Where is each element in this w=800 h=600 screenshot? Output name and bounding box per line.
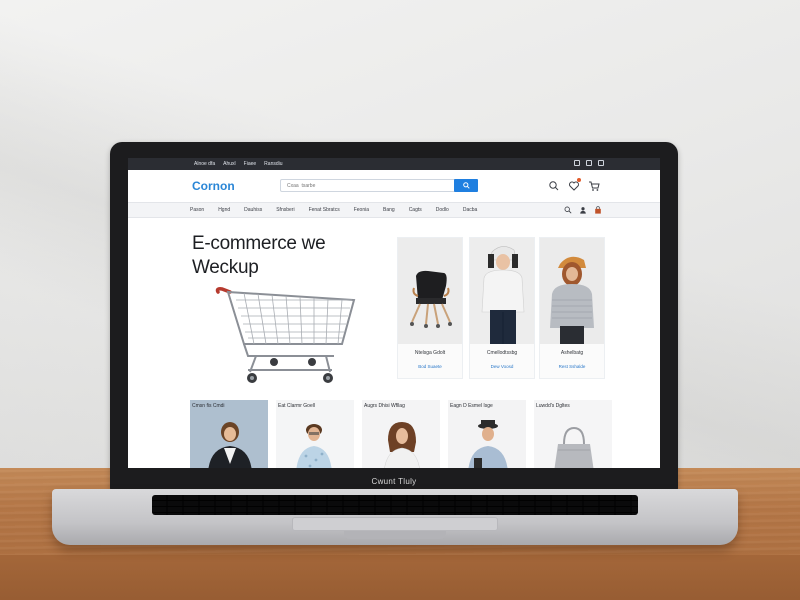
search-button[interactable] [454,179,478,192]
nav-item[interactable]: Fenat Sbratcs [309,207,340,213]
product-card[interactable]: Ashelbatg Rest Sshalde [539,237,605,379]
camera-notch [362,142,426,156]
laptop-lid: Alnoe dfa Ahuxl Fiaee Ransdiu Cornon Cxa… [110,142,678,490]
topbar-link[interactable]: Fiaee [244,161,257,167]
product-image-sweater[interactable] [470,238,534,344]
shopping-cart-illustration [215,287,356,383]
category-tile[interactable]: Luwdd's Dgltes [534,400,612,468]
search-icon[interactable] [564,206,572,214]
nav-item[interactable]: Bang [383,207,395,213]
topbar-link[interactable]: Alnoe dfa [194,161,215,167]
category-label: Eagn D Esmel Isge [450,403,493,409]
laptop-screen: Alnoe dfa Ahuxl Fiaee Ransdiu Cornon Cxa… [128,158,660,468]
category-label: Luwdd's Dgltes [536,403,570,409]
category-tile[interactable]: Cmsn fis Cmdi [190,400,268,468]
category-tile[interactable]: Augrs Dhisi Wfllag [362,400,440,468]
topbar-link[interactable]: Ahuxl [223,161,236,167]
category-tile[interactable]: Eat Clarmr Goell [276,400,354,468]
product-price: Rest Sshalde [558,364,586,369]
product-card[interactable]: Cmellodtssbg Dew Voosd [469,237,535,379]
category-image [534,412,612,468]
category-label: Augrs Dhisi Wfllag [364,403,405,409]
nav-item[interactable]: Dacba [463,207,477,213]
product-name[interactable]: Ashelbatg [540,350,604,356]
site-topbar: Alnoe dfa Ahuxl Fiaee Ransdiu [128,158,660,170]
nav-item[interactable]: Pason [190,207,204,213]
laptop-trackpad [292,517,498,531]
nav-item[interactable]: Hgnd [218,207,230,213]
search-bar [280,179,478,192]
category-image [276,412,354,468]
laptop-keyboard [152,495,638,515]
product-name[interactable]: Ntelsga Gdolt [398,350,462,356]
category-nav: Pason Hgnd Dauhiss Sfnsberi Fenat Sbratc… [128,202,660,218]
search-icon [462,182,470,189]
category-label: Cmsn fis Cmdi [192,403,225,409]
nav-item[interactable]: Sfnsberi [276,207,294,213]
category-label: Eat Clarmr Goell [278,403,315,409]
search-icon[interactable] [548,179,560,191]
product-price: Dew Voosd [490,364,514,369]
notification-badge [577,178,581,182]
topbar-link[interactable]: Ransdiu [264,161,282,167]
nav-item[interactable]: Cagts [409,207,422,213]
grid-icon[interactable] [574,160,580,166]
flag-icon[interactable] [598,160,604,166]
category-image [362,412,440,468]
category-image [190,412,268,468]
nav-item[interactable]: Dauhiss [244,207,262,213]
laptop-base [52,489,738,545]
user-icon[interactable] [586,160,592,166]
product-name[interactable]: Cmellodtssbg [470,350,534,356]
hero-title-line: E-commerce we [192,233,326,254]
category-tile[interactable]: Eagn D Esmel Isge [448,400,526,468]
product-price: Bod Suaete [418,364,442,369]
search-input[interactable] [281,180,457,191]
product-image-chair[interactable] [398,238,462,344]
user-icon[interactable] [579,206,587,214]
hero-title-line: Weckup [192,257,259,278]
cart-icon[interactable] [588,179,600,191]
heart-icon[interactable] [568,178,581,191]
category-image [448,412,526,468]
hero-title: E-commerce we Weckup [192,232,372,280]
product-card[interactable]: Ntelsga Gdolt Bod Suaete [397,237,463,379]
site-logo[interactable]: Cornon [192,179,235,193]
nav-item[interactable]: Feonia [354,207,369,213]
desk-edge [0,555,800,600]
site-header: Cornon [128,170,660,202]
laptop-base-lip [344,531,446,539]
bag-icon[interactable] [594,206,602,214]
nav-item[interactable]: Dodlo [436,207,449,213]
bezel-label: Cwunt Tluly [371,477,417,486]
product-image-knit-top[interactable] [540,238,604,344]
